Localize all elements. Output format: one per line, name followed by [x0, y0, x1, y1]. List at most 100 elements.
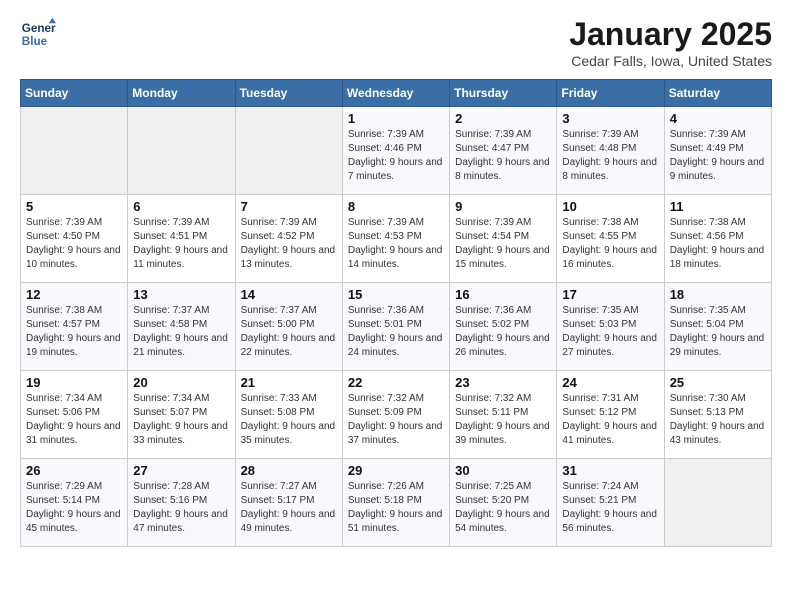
day-cell: 1Sunrise: 7:39 AMSunset: 4:46 PMDaylight… — [342, 107, 449, 195]
day-info: Sunrise: 7:34 AMSunset: 5:06 PMDaylight:… — [26, 392, 122, 448]
day-info: Sunrise: 7:33 AMSunset: 5:08 PMDaylight:… — [241, 392, 337, 448]
day-number: 2 — [455, 111, 551, 126]
day-number: 14 — [241, 287, 337, 302]
day-number: 19 — [26, 375, 122, 390]
day-cell: 29 Sunrise: 7:26 AMSunset: 5:18 PMDayligh… — [342, 459, 449, 547]
day-number: 25 — [670, 375, 766, 390]
day-info: Sunrise: 7:29 AMSunset: 5:14 PMDaylight:… — [26, 480, 122, 536]
day-cell — [128, 107, 235, 195]
day-number: 1 — [348, 111, 444, 126]
day-number: 7 — [241, 199, 337, 214]
svg-text:Blue: Blue — [22, 35, 48, 48]
weekday-header-saturday: Saturday — [664, 80, 771, 107]
day-info: Sunrise: 7:32 AMSunset: 5:11 PMDaylight:… — [455, 392, 551, 448]
day-info: Sunrise: 7:39 AMSunset: 4:48 PMDaylight:… — [562, 128, 658, 184]
week-row-3: 12 Sunrise: 7:38 AMSunset: 4:57 PMDayligh… — [21, 283, 772, 371]
day-number: 29 — [348, 463, 444, 478]
day-number: 17 — [562, 287, 658, 302]
day-cell: 21 Sunrise: 7:33 AMSunset: 5:08 PMDayligh… — [235, 371, 342, 459]
logo: General Blue — [20, 16, 56, 52]
day-number: 11 — [670, 199, 766, 214]
month-title: January 2025 — [569, 16, 772, 53]
weekday-header-friday: Friday — [557, 80, 664, 107]
day-cell: 23 Sunrise: 7:32 AMSunset: 5:11 PMDayligh… — [450, 371, 557, 459]
day-cell: 15Sunrise: 7:36 AMSunset: 5:01 PMDayligh… — [342, 283, 449, 371]
day-cell: 6 Sunrise: 7:39 AMSunset: 4:51 PMDaylight… — [128, 195, 235, 283]
day-info: Sunrise: 7:30 AMSunset: 5:13 PMDaylight:… — [670, 392, 766, 448]
day-cell — [21, 107, 128, 195]
day-info: Sunrise: 7:39 AMSunset: 4:49 PMDaylight:… — [670, 128, 766, 184]
day-cell: 22 Sunrise: 7:32 AMSunset: 5:09 PMDayligh… — [342, 371, 449, 459]
weekday-header-row: SundayMondayTuesdayWednesdayThursdayFrid… — [21, 80, 772, 107]
day-number: 20 — [133, 375, 229, 390]
day-cell: 9Sunrise: 7:39 AMSunset: 4:54 PMDaylight… — [450, 195, 557, 283]
day-number: 12 — [26, 287, 122, 302]
day-info: Sunrise: 7:39 AMSunset: 4:52 PMDaylight:… — [241, 216, 337, 272]
day-number: 13 — [133, 287, 229, 302]
day-info: Sunrise: 7:39 AMSunset: 4:54 PMDaylight:… — [455, 216, 551, 272]
calendar: SundayMondayTuesdayWednesdayThursdayFrid… — [20, 79, 772, 547]
day-cell: 25 Sunrise: 7:30 AMSunset: 5:13 PMDayligh… — [664, 371, 771, 459]
day-info: Sunrise: 7:38 AMSunset: 4:56 PMDaylight:… — [670, 216, 766, 272]
header: General Blue January 2025 Cedar Falls, I… — [20, 16, 772, 69]
day-cell: 13 Sunrise: 7:37 AMSunset: 4:58 PMDayligh… — [128, 283, 235, 371]
week-row-2: 5 Sunrise: 7:39 AMSunset: 4:50 PMDaylight… — [21, 195, 772, 283]
day-number: 23 — [455, 375, 551, 390]
day-number: 27 — [133, 463, 229, 478]
page: General Blue January 2025 Cedar Falls, I… — [0, 0, 792, 563]
day-info: Sunrise: 7:39 AMSunset: 4:47 PMDaylight:… — [455, 128, 551, 184]
day-info: Sunrise: 7:28 AMSunset: 5:16 PMDaylight:… — [133, 480, 229, 536]
day-cell: 12 Sunrise: 7:38 AMSunset: 4:57 PMDayligh… — [21, 283, 128, 371]
day-info: Sunrise: 7:39 AMSunset: 4:50 PMDaylight:… — [26, 216, 122, 272]
day-info: Sunrise: 7:32 AMSunset: 5:09 PMDaylight:… — [348, 392, 444, 448]
day-cell: 31 Sunrise: 7:24 AMSunset: 5:21 PMDayligh… — [557, 459, 664, 547]
day-cell: 28Sunrise: 7:27 AMSunset: 5:17 PMDayligh… — [235, 459, 342, 547]
day-number: 21 — [241, 375, 337, 390]
day-info: Sunrise: 7:37 AMSunset: 4:58 PMDaylight:… — [133, 304, 229, 360]
day-number: 8 — [348, 199, 444, 214]
day-info: Sunrise: 7:35 AMSunset: 5:04 PMDaylight:… — [670, 304, 766, 360]
week-row-5: 26 Sunrise: 7:29 AMSunset: 5:14 PMDayligh… — [21, 459, 772, 547]
day-number: 10 — [562, 199, 658, 214]
day-cell: 10 Sunrise: 7:38 AMSunset: 4:55 PMDayligh… — [557, 195, 664, 283]
location-title: Cedar Falls, Iowa, United States — [569, 53, 772, 69]
day-cell: 2 Sunrise: 7:39 AMSunset: 4:47 PMDaylight… — [450, 107, 557, 195]
day-cell: 8 Sunrise: 7:39 AMSunset: 4:53 PMDaylight… — [342, 195, 449, 283]
day-info: Sunrise: 7:39 AMSunset: 4:53 PMDaylight:… — [348, 216, 444, 272]
day-number: 22 — [348, 375, 444, 390]
day-info: Sunrise: 7:38 AMSunset: 4:55 PMDaylight:… — [562, 216, 658, 272]
day-number: 6 — [133, 199, 229, 214]
day-info: Sunrise: 7:36 AMSunset: 5:02 PMDaylight:… — [455, 304, 551, 360]
logo-icon: General Blue — [20, 16, 56, 52]
day-cell: 11 Sunrise: 7:38 AMSunset: 4:56 PMDayligh… — [664, 195, 771, 283]
day-number: 26 — [26, 463, 122, 478]
day-info: Sunrise: 7:26 AMSunset: 5:18 PMDaylight:… — [348, 480, 444, 536]
weekday-header-thursday: Thursday — [450, 80, 557, 107]
day-number: 18 — [670, 287, 766, 302]
day-info: Sunrise: 7:37 AMSunset: 5:00 PMDaylight:… — [241, 304, 337, 360]
day-cell — [235, 107, 342, 195]
day-cell: 20 Sunrise: 7:34 AMSunset: 5:07 PMDayligh… — [128, 371, 235, 459]
day-cell: 14 Sunrise: 7:37 AMSunset: 5:00 PMDayligh… — [235, 283, 342, 371]
day-cell: 17Sunrise: 7:35 AMSunset: 5:03 PMDayligh… — [557, 283, 664, 371]
week-row-4: 19 Sunrise: 7:34 AMSunset: 5:06 PMDayligh… — [21, 371, 772, 459]
day-cell: 7 Sunrise: 7:39 AMSunset: 4:52 PMDaylight… — [235, 195, 342, 283]
title-block: January 2025 Cedar Falls, Iowa, United S… — [569, 16, 772, 69]
weekday-header-sunday: Sunday — [21, 80, 128, 107]
day-info: Sunrise: 7:39 AMSunset: 4:51 PMDaylight:… — [133, 216, 229, 272]
day-number: 3 — [562, 111, 658, 126]
day-cell: 3 Sunrise: 7:39 AMSunset: 4:48 PMDaylight… — [557, 107, 664, 195]
day-number: 31 — [562, 463, 658, 478]
day-cell: 5 Sunrise: 7:39 AMSunset: 4:50 PMDaylight… — [21, 195, 128, 283]
day-cell: 27 Sunrise: 7:28 AMSunset: 5:16 PMDayligh… — [128, 459, 235, 547]
day-info: Sunrise: 7:38 AMSunset: 4:57 PMDaylight:… — [26, 304, 122, 360]
svg-text:General: General — [22, 22, 56, 35]
day-number: 4 — [670, 111, 766, 126]
day-info: Sunrise: 7:27 AMSunset: 5:17 PMDaylight:… — [241, 480, 337, 536]
weekday-header-wednesday: Wednesday — [342, 80, 449, 107]
day-number: 15 — [348, 287, 444, 302]
day-number: 5 — [26, 199, 122, 214]
day-info: Sunrise: 7:34 AMSunset: 5:07 PMDaylight:… — [133, 392, 229, 448]
day-cell: 30Sunrise: 7:25 AMSunset: 5:20 PMDayligh… — [450, 459, 557, 547]
day-info: Sunrise: 7:24 AMSunset: 5:21 PMDaylight:… — [562, 480, 658, 536]
